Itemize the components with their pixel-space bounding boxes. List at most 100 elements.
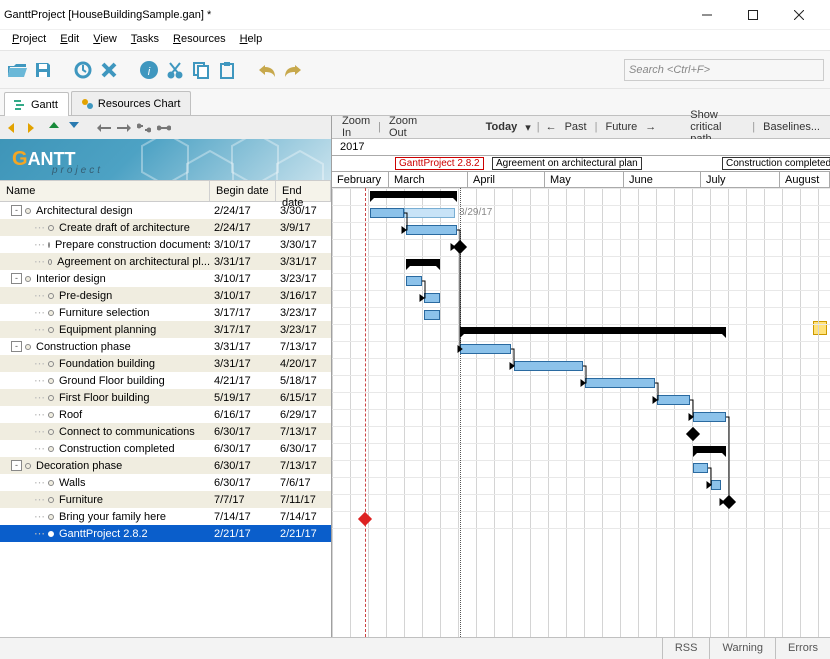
minimize-button[interactable]: [684, 0, 730, 30]
nav-down-icon[interactable]: [66, 120, 82, 136]
link-icon[interactable]: [156, 120, 172, 136]
gantt-bar[interactable]: [406, 276, 422, 286]
gantt-bar[interactable]: [404, 208, 455, 218]
task-name: Walls: [59, 477, 85, 489]
task-row[interactable]: ⋯Create draft of architecture2/24/173/9/…: [0, 219, 331, 236]
undo-icon[interactable]: [256, 59, 278, 81]
task-name: Furniture selection: [59, 307, 150, 319]
task-row[interactable]: ⋯Roof6/16/176/29/17: [0, 406, 331, 423]
milestone-diamond[interactable]: [686, 427, 700, 441]
nav-back-icon[interactable]: [6, 120, 22, 136]
nav-fwd-icon[interactable]: [26, 120, 42, 136]
task-row[interactable]: -Construction phase3/31/177/13/17: [0, 338, 331, 355]
menu-help[interactable]: Help: [233, 30, 270, 50]
gantt-bar[interactable]: [514, 361, 583, 371]
gantt-bar[interactable]: [460, 327, 726, 334]
gantt-bar[interactable]: [711, 480, 721, 490]
cut-icon[interactable]: [164, 59, 186, 81]
expander-icon[interactable]: -: [11, 341, 22, 352]
task-row[interactable]: ⋯Furniture selection3/17/173/23/17: [0, 304, 331, 321]
task-row[interactable]: ⋯Furniture7/7/177/11/17: [0, 491, 331, 508]
menu-edit[interactable]: Edit: [53, 30, 86, 50]
today-button[interactable]: Today: [484, 121, 520, 133]
task-row[interactable]: ⋯Agreement on architectural pl...3/31/17…: [0, 253, 331, 270]
close-button[interactable]: [776, 0, 822, 30]
task-row[interactable]: ⋯Prepare construction documents3/10/173/…: [0, 236, 331, 253]
tab-gantt[interactable]: Gantt: [4, 92, 69, 116]
gantt-bar[interactable]: [370, 208, 404, 218]
task-row[interactable]: ⋯Pre-design3/10/173/16/17: [0, 287, 331, 304]
unlink-icon[interactable]: [136, 120, 152, 136]
task-row[interactable]: ⋯First Floor building5/19/176/15/17: [0, 389, 331, 406]
task-row[interactable]: -Architectural design2/24/173/30/17: [0, 202, 331, 219]
task-row[interactable]: ⋯Connect to communications6/30/177/13/17: [0, 423, 331, 440]
maximize-button[interactable]: [730, 0, 776, 30]
copy-icon[interactable]: [190, 59, 212, 81]
gantt-bar[interactable]: [693, 412, 726, 422]
gantt-bar[interactable]: [693, 446, 726, 453]
expander-icon[interactable]: -: [11, 273, 22, 284]
open-icon[interactable]: [6, 59, 28, 81]
outdent-icon[interactable]: [96, 120, 112, 136]
gantt-bar[interactable]: [424, 293, 440, 303]
task-row[interactable]: -Interior design3/10/173/23/17: [0, 270, 331, 287]
task-row[interactable]: ⋯Ground Floor building4/21/175/18/17: [0, 372, 331, 389]
future-button[interactable]: Future: [603, 121, 639, 133]
task-name: Create draft of architecture: [59, 222, 190, 234]
col-begin[interactable]: Begin date: [210, 181, 276, 201]
gantt-bar[interactable]: [424, 310, 440, 320]
indent-icon[interactable]: [116, 120, 132, 136]
search-input[interactable]: Search <Ctrl+F>: [624, 59, 824, 81]
col-name[interactable]: Name: [0, 181, 210, 201]
task-row[interactable]: ⋯Bring your family here7/14/177/14/17: [0, 508, 331, 525]
menu-view[interactable]: View: [86, 30, 124, 50]
task-row[interactable]: ⋯Foundation building3/31/174/20/17: [0, 355, 331, 372]
task-row[interactable]: ⋯Equipment planning3/17/173/23/17: [0, 321, 331, 338]
gantt-bar[interactable]: [585, 378, 655, 388]
search-placeholder: Search <Ctrl+F>: [629, 64, 710, 76]
refresh-icon[interactable]: [72, 59, 94, 81]
task-name: Construction completed: [59, 443, 175, 455]
delete-icon[interactable]: [98, 59, 120, 81]
save-icon[interactable]: [32, 59, 54, 81]
gantt-bar[interactable]: [406, 259, 440, 266]
redo-icon[interactable]: [282, 59, 304, 81]
task-row[interactable]: -Decoration phase6/30/177/13/17: [0, 457, 331, 474]
timeline-marker[interactable]: Agreement on architectural plan: [492, 157, 642, 170]
zoom-out-button[interactable]: Zoom Out: [387, 115, 422, 139]
menu-project[interactable]: Project: [5, 30, 53, 50]
task-end: 3/23/17: [276, 307, 331, 319]
gantt-bar[interactable]: [370, 191, 457, 198]
gantt-chart[interactable]: 3/29/17: [332, 188, 830, 637]
col-end[interactable]: End date: [276, 181, 331, 201]
milestone-diamond[interactable]: [722, 495, 736, 509]
baselines-button[interactable]: Baselines...: [761, 121, 822, 133]
expander-icon[interactable]: -: [11, 205, 22, 216]
gantt-bar[interactable]: [693, 463, 708, 473]
milestone-diamond[interactable]: [358, 512, 372, 526]
gantt-bar[interactable]: [406, 225, 457, 235]
info-icon[interactable]: i: [138, 59, 160, 81]
task-row[interactable]: ⋯GanttProject 2.8.22/21/172/21/17: [0, 525, 331, 542]
paste-icon[interactable]: [216, 59, 238, 81]
gantt-bar[interactable]: [657, 395, 690, 405]
timeline-marker[interactable]: Construction completed by here: [722, 157, 830, 170]
milestone-diamond[interactable]: [453, 240, 467, 254]
task-row[interactable]: ⋯Walls6/30/177/6/17: [0, 474, 331, 491]
gantt-bar[interactable]: [460, 344, 511, 354]
today-dropdown-icon[interactable]: ▾: [525, 121, 531, 134]
menu-tasks[interactable]: Tasks: [124, 30, 166, 50]
task-list[interactable]: -Architectural design2/24/173/30/17⋯Crea…: [0, 202, 331, 637]
status-warning[interactable]: Warning: [709, 638, 775, 659]
timeline-marker[interactable]: GanttProject 2.8.2: [395, 157, 484, 170]
nav-up-icon[interactable]: [46, 120, 62, 136]
status-rss[interactable]: RSS: [662, 638, 710, 659]
menu-resources[interactable]: Resources: [166, 30, 233, 50]
expander-icon[interactable]: -: [11, 460, 22, 471]
status-errors[interactable]: Errors: [775, 638, 830, 659]
zoom-in-button[interactable]: Zoom In: [340, 115, 372, 139]
task-name: Prepare construction documents: [55, 239, 210, 251]
past-button[interactable]: Past: [563, 121, 589, 133]
tab-resources[interactable]: Resources Chart: [71, 91, 192, 115]
task-row[interactable]: ⋯Construction completed6/30/176/30/17: [0, 440, 331, 457]
